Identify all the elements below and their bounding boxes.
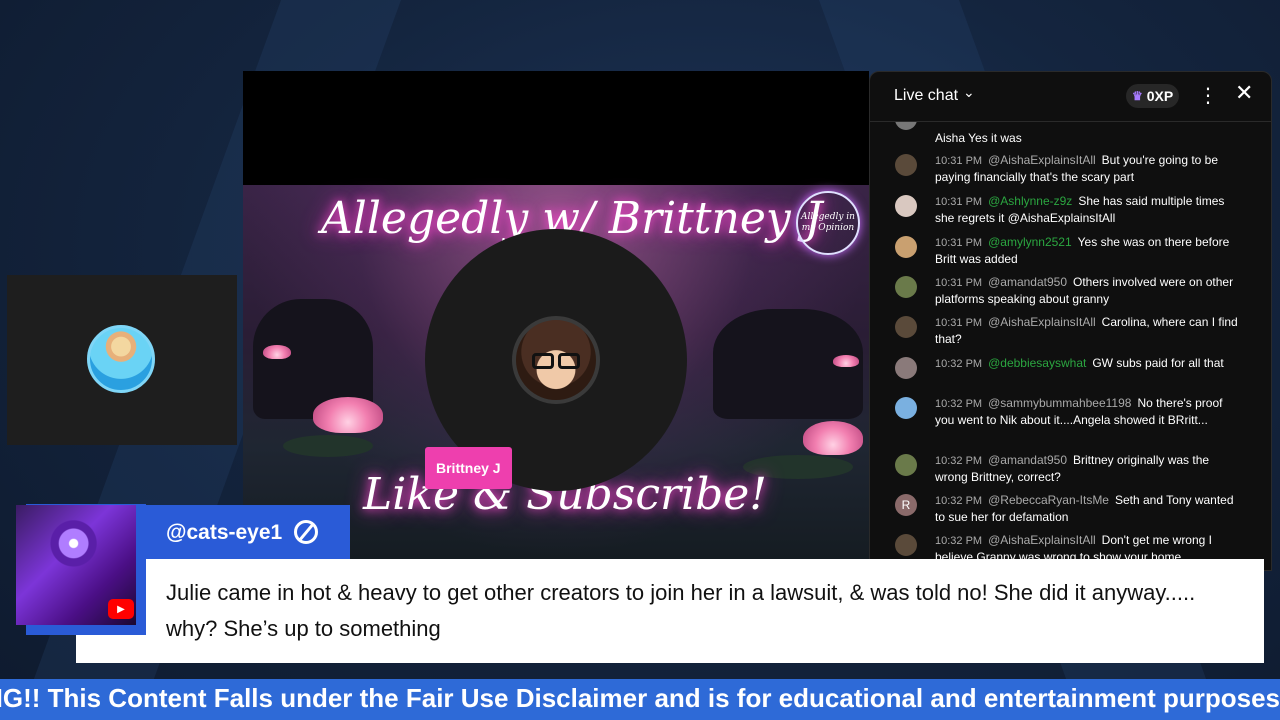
chat-timestamp: 10:32 PM [935,535,983,547]
lotus-flower [833,355,859,367]
chat-avatar[interactable] [895,154,917,176]
chat-avatar[interactable] [895,397,917,419]
more-vert-icon[interactable]: ⋮ [1198,83,1218,107]
commenter-name: @cats-eye1 [166,521,283,544]
chat-avatar[interactable] [895,534,917,556]
youtube-icon: ▶ [108,599,134,619]
chat-text: GW subs paid for all that [1092,356,1224,370]
chat-author[interactable]: @amylynn2521 [988,235,1072,249]
chat-message-list[interactable]: Aisha Yes it was 10:31 PM @AishaExplainsIt… [870,122,1271,570]
chat-timestamp: 10:31 PM [935,155,983,167]
guest-glasses [532,353,554,369]
chat-avatar[interactable] [895,357,917,379]
chat-timestamp: 10:32 PM [935,358,983,370]
chat-author[interactable]: @debbiesayswhat [988,356,1086,370]
chat-author[interactable]: @amandat950 [988,453,1067,467]
ticker-text: ERING!! This Content Falls under the Fai… [0,683,1280,713]
guest-avatar [512,316,600,404]
chat-message-body: 10:31 PM @amandat950 Others involved were … [935,274,1245,307]
chat-author[interactable]: @Ashlynne-z9z [988,194,1072,208]
chat-author[interactable]: @AishaExplainsItAll [988,315,1096,329]
lotus-flower [263,345,291,359]
chat-timestamp: 10:31 PM [935,237,983,249]
crown-icon: ♛ [1132,89,1143,103]
chat-avatar[interactable] [895,276,917,298]
chat-timestamp: 10:31 PM [935,196,983,208]
chat-author[interactable]: @AishaExplainsItAll [988,153,1096,167]
lotus-flower [803,421,863,455]
chat-title[interactable]: Live chat [894,87,958,105]
chevron-down-icon[interactable]: ⌄ [963,85,975,101]
chat-avatar[interactable] [895,454,917,476]
host-avatar [87,325,155,393]
chat-text: Aisha Yes it was [935,131,1022,145]
chat-timestamp: 10:31 PM [935,317,983,329]
chat-message-body: 10:31 PM @AishaExplainsItAll But you're go… [935,152,1245,185]
chat-timestamp: 10:32 PM [935,455,983,467]
chat-message-body: 10:31 PM @Ashlynne-z9z She has said multip… [935,193,1245,226]
guest-name-tag: Brittney J [425,447,512,489]
chat-message-body: 10:31 PM @AishaExplainsItAll Carolina, whe… [935,314,1245,347]
verify-icon [294,520,318,544]
live-chat-panel: Live chat ⌄ ♛ 0XP ⋮ ✕ Aisha Yes it was 10… [869,71,1272,571]
chat-message-body: 10:32 PM @debbiesayswhat GW subs paid for … [935,355,1245,372]
chat-message-body: Aisha Yes it was [935,130,1245,146]
chat-avatar[interactable] [895,316,917,338]
lily-pad [283,435,373,457]
chat-message-body: 10:32 PM @RebeccaRyan-ItsMe Seth and Tony … [935,492,1245,525]
chat-avatar[interactable]: R [895,494,917,516]
lotus-flower [313,397,383,433]
chat-avatar[interactable] [895,195,917,217]
chat-avatar[interactable] [895,122,917,130]
chat-timestamp: 10:31 PM [935,277,983,289]
guest-glasses [558,353,580,369]
disclaimer-ticker: ERING!! This Content Falls under the Fai… [0,679,1280,720]
chat-message-body: 10:31 PM @amylynn2521 Yes she was on there… [935,234,1245,267]
featured-comment-text: Julie came in hot & heavy to get other c… [166,580,1196,641]
stream-video[interactable]: Allegedly w/ Brittney J Allegedly in my … [243,71,869,559]
chat-author[interactable]: @RebeccaRyan-ItsMe [988,493,1109,507]
chat-author[interactable]: @AishaExplainsItAll [988,533,1096,547]
xp-value: 0XP [1146,88,1174,104]
chat-author[interactable]: @amandat950 [988,275,1067,289]
chat-timestamp: 10:32 PM [935,398,983,410]
chat-avatar[interactable] [895,236,917,258]
close-icon[interactable]: ✕ [1235,81,1253,106]
chat-message-body: 10:32 PM @sammybummahbee1198 No there's pr… [935,395,1245,428]
chat-header: Live chat ⌄ ♛ 0XP ⋮ ✕ [870,72,1271,122]
chat-message-body: 10:32 PM @amandat950 Brittney originally w… [935,452,1245,485]
chat-timestamp: 10:32 PM [935,495,983,507]
chat-scrollbar[interactable] [1264,124,1268,564]
chat-author[interactable]: @sammybummahbee1198 [988,396,1131,410]
xp-badge[interactable]: ♛ 0XP [1126,84,1180,108]
show-badge-logo: Allegedly in my Opinion [796,191,860,255]
